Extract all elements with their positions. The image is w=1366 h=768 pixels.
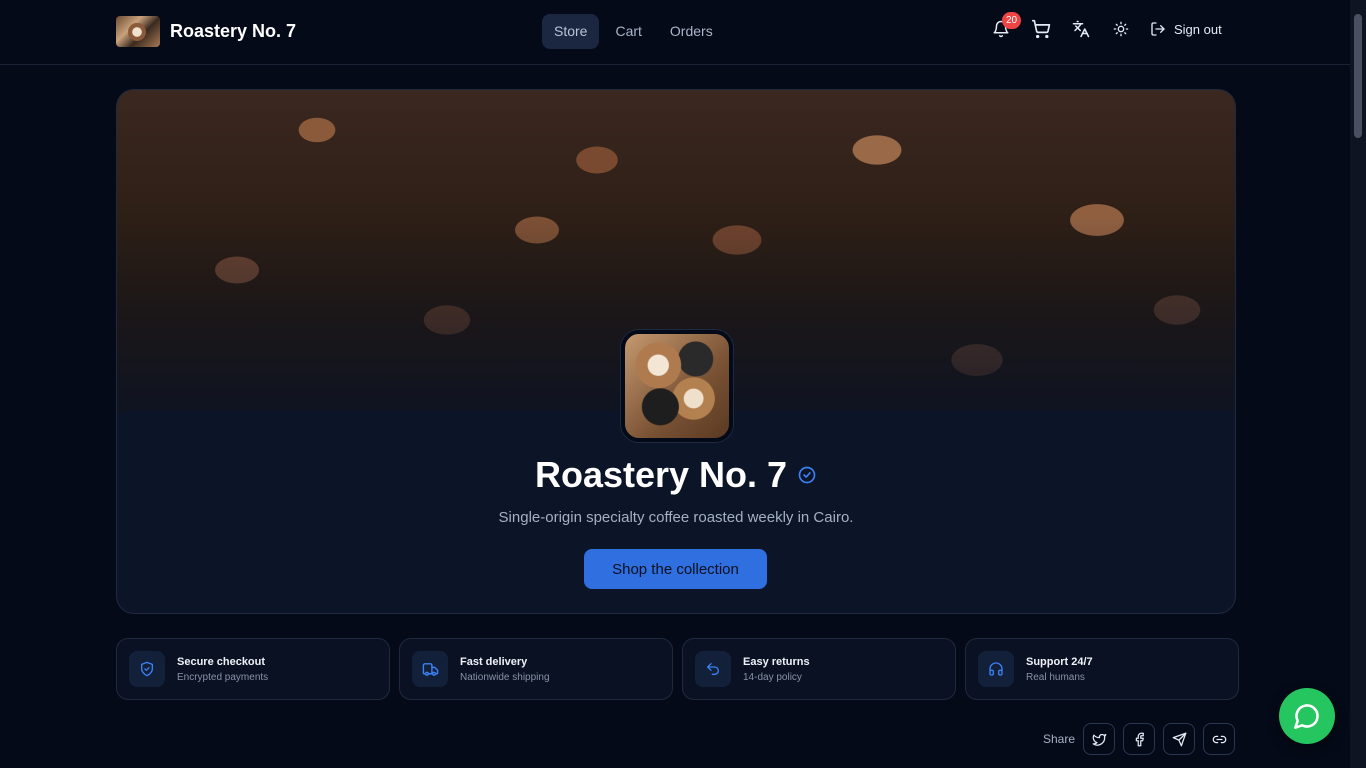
share-bar: Share (1043, 723, 1243, 755)
copy-link-button[interactable] (1203, 723, 1236, 755)
language-button[interactable] (1068, 16, 1094, 42)
chat-bubble-icon (1294, 704, 1319, 729)
headphones-icon (978, 651, 1014, 687)
feature-title: Secure checkout (177, 655, 266, 668)
sun-icon (1113, 21, 1129, 37)
logout-icon (1151, 22, 1165, 36)
cart-button[interactable] (1028, 16, 1054, 42)
share-label: Share (1043, 732, 1076, 746)
return-arrow-icon (695, 651, 731, 687)
shop-collection-button[interactable]: Shop the collection (584, 549, 767, 589)
facebook-icon (1135, 732, 1144, 746)
store-avatar (621, 330, 733, 442)
nav-item-orders[interactable]: Orders (658, 14, 725, 49)
feature-subtitle: Nationwide shipping (460, 671, 550, 683)
feature-subtitle: 14-day policy (743, 671, 802, 683)
brand-logo (116, 16, 160, 47)
whatsapp-chat-button[interactable] (1279, 688, 1335, 744)
scrollbar-thumb[interactable] (1354, 14, 1362, 138)
share-twitter-button[interactable] (1083, 723, 1116, 755)
notifications-button[interactable]: 20 (988, 12, 1022, 42)
telegram-icon (1172, 732, 1186, 746)
theme-toggle-button[interactable] (1108, 16, 1134, 42)
feature-title: Easy returns (743, 655, 810, 668)
brand[interactable]: Roastery No. 7 (116, 16, 296, 47)
sign-out-label: Sign out (1174, 21, 1222, 37)
share-facebook-button[interactable] (1123, 723, 1156, 755)
feature-title: Support 24/7 (1026, 655, 1093, 668)
top-navigation-bar: Roastery No. 7 Store Cart Orders 20 Sign… (0, 0, 1350, 65)
feature-highlights: Secure checkout Encrypted payments Fast … (116, 638, 1239, 700)
nav-item-store[interactable]: Store (542, 14, 600, 49)
feature-easy-returns: Easy returns 14-day policy (682, 638, 956, 700)
feature-title: Fast delivery (460, 655, 528, 668)
store-title: Roastery No. 7 (534, 454, 788, 495)
shield-icon (129, 651, 165, 687)
notification-count-badge: 20 (1002, 12, 1022, 29)
feature-subtitle: Encrypted payments (177, 671, 269, 683)
translate-icon (1072, 20, 1090, 38)
main-nav: Store Cart Orders (542, 14, 725, 49)
feature-fast-delivery: Fast delivery Nationwide shipping (399, 638, 673, 700)
truck-icon (412, 651, 448, 687)
brand-name: Roastery No. 7 (170, 21, 297, 41)
store-hero-card: Roastery No. 7 Single-origin specialty c… (116, 89, 1236, 614)
cart-icon (1031, 19, 1051, 39)
feature-secure-checkout: Secure checkout Encrypted payments (116, 638, 390, 700)
link-icon (1212, 735, 1226, 743)
header-tools: 20 Sign out (988, 12, 1222, 42)
sign-out-button[interactable]: Sign out (1150, 21, 1222, 37)
nav-item-cart[interactable]: Cart (603, 14, 653, 49)
share-telegram-button[interactable] (1163, 723, 1196, 755)
feature-support: Support 24/7 Real humans (965, 638, 1239, 700)
store-tagline: Single-origin specialty coffee roasted w… (498, 509, 854, 526)
feature-subtitle: Real humans (1026, 671, 1085, 683)
hero-title-row: Roastery No. 7 (117, 454, 1235, 496)
page-scrollbar[interactable] (1350, 0, 1366, 768)
twitter-icon (1092, 733, 1106, 746)
verified-badge-icon (797, 465, 817, 485)
